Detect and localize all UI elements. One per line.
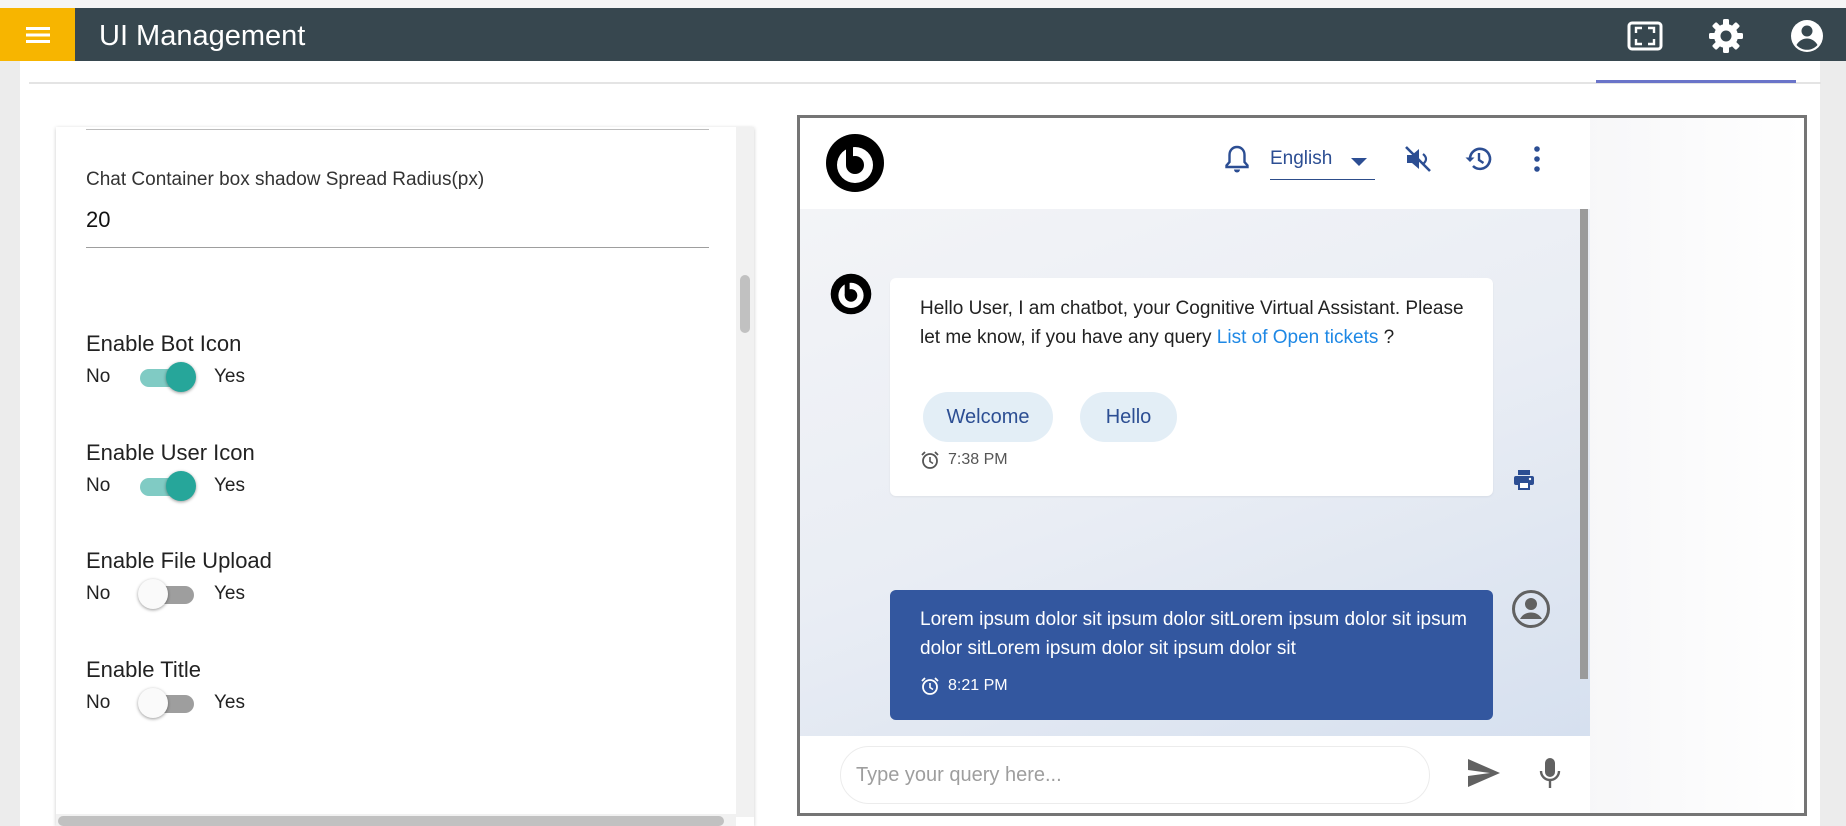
toggle-no-label: No <box>86 692 111 713</box>
toggle-title: Enable User Icon <box>86 440 255 465</box>
language-value: English <box>1270 148 1333 169</box>
bot-avatar-icon <box>830 273 872 315</box>
bot-message-bubble: Hello User, I am chatbot, your Cognitive… <box>890 278 1493 496</box>
toggle-title: Enable Bot Icon <box>86 331 242 356</box>
account-circle-icon[interactable] <box>1789 18 1825 54</box>
alarm-clock-icon <box>921 677 939 695</box>
toggle-title: Enable Title <box>86 657 201 682</box>
user-message-time: 8:21 PM <box>920 676 1008 696</box>
bot-message-time: 7:38 PM <box>920 450 1008 470</box>
menu-button[interactable] <box>0 8 75 61</box>
chat-scrollbar[interactable] <box>1580 209 1588 679</box>
bot-message-text: Hello User, I am chatbot, your Cognitive… <box>920 294 1480 352</box>
send-icon[interactable] <box>1466 757 1502 789</box>
chat-footer <box>800 736 1590 813</box>
fullscreen-icon[interactable] <box>1627 18 1663 54</box>
toggle-yes-label: Yes <box>214 692 245 713</box>
hello-chip-button[interactable]: Hello <box>1080 392 1177 442</box>
panel-vertical-scroll-thumb[interactable] <box>740 275 750 333</box>
chat-header: English <box>800 118 1590 209</box>
toggle-no-label: No <box>86 366 111 387</box>
settings-gear-icon[interactable] <box>1708 18 1744 54</box>
enable-title-toggle[interactable] <box>138 688 196 718</box>
toggle-knob <box>138 579 168 609</box>
enable-file-upload-toggle[interactable] <box>138 579 196 609</box>
panel-horizontal-scroll-thumb[interactable] <box>58 816 724 826</box>
chat-messages: Hello User, I am chatbot, your Cognitive… <box>800 209 1590 736</box>
active-tab-indicator <box>1596 80 1796 83</box>
welcome-chip-button[interactable]: Welcome <box>923 392 1053 442</box>
print-icon[interactable] <box>1512 468 1536 492</box>
top-strip <box>0 0 1846 8</box>
field-underline <box>86 129 709 130</box>
enable-user-icon-toggle[interactable] <box>138 471 196 501</box>
enable-bot-icon-toggle[interactable] <box>138 362 196 392</box>
chat-window: English Hello User, I am chatbot, your C… <box>800 118 1590 813</box>
app-bar: UI Management <box>0 8 1846 61</box>
open-tickets-link[interactable]: List of Open tickets <box>1217 327 1379 348</box>
toggle-no-label: No <box>86 583 111 604</box>
toggle-knob <box>166 471 196 501</box>
alarm-clock-icon <box>921 451 939 469</box>
user-message-text: Lorem ipsum dolor sit ipsum dolor sitLor… <box>920 609 1467 659</box>
notification-bell-icon[interactable] <box>1224 144 1250 174</box>
toggle-group-bot-icon: Enable Bot Icon No Yes <box>86 331 245 392</box>
app-title: UI Management <box>99 20 306 52</box>
toggle-no-label: No <box>86 475 111 496</box>
main-content: Chat Container box shadow Spread Radius(… <box>20 61 1821 826</box>
chevron-down-icon <box>1351 158 1367 166</box>
menu-icon <box>25 26 50 43</box>
field-underline <box>86 247 709 248</box>
toggle-group-title: Enable Title No Yes <box>86 657 245 718</box>
user-message-bubble: Lorem ipsum dolor sit ipsum dolor sitLor… <box>890 590 1493 720</box>
panel-vertical-scrollbar[interactable] <box>736 127 754 817</box>
bot-logo-icon <box>826 134 884 192</box>
toggle-group-user-icon: Enable User Icon No Yes <box>86 440 255 501</box>
toggle-title: Enable File Upload <box>86 548 272 573</box>
toggle-knob <box>138 688 168 718</box>
settings-panel: Chat Container box shadow Spread Radius(… <box>56 127 754 826</box>
toggle-yes-label: Yes <box>214 366 245 387</box>
toggle-yes-label: Yes <box>214 475 245 496</box>
box-shadow-spread-input[interactable]: 20 <box>86 207 110 233</box>
tab-divider <box>29 82 1821 84</box>
user-avatar-icon <box>1512 590 1550 628</box>
box-shadow-spread-label: Chat Container box shadow Spread Radius(… <box>86 169 485 190</box>
query-input[interactable] <box>840 746 1430 804</box>
toggle-group-file-upload: Enable File Upload No Yes <box>86 548 272 609</box>
chat-preview-frame: English Hello User, I am chatbot, your C… <box>797 115 1807 816</box>
bot-message-text-end: ? <box>1378 327 1395 348</box>
microphone-icon[interactable] <box>1538 757 1562 791</box>
more-vert-icon[interactable] <box>1532 144 1542 174</box>
toggle-yes-label: Yes <box>214 583 245 604</box>
toggle-knob <box>166 362 196 392</box>
language-select[interactable]: English <box>1270 146 1375 180</box>
user-message-time-text: 8:21 PM <box>948 677 1008 694</box>
bot-message-time-text: 7:38 PM <box>948 451 1008 468</box>
history-icon[interactable] <box>1464 144 1494 174</box>
mute-icon[interactable] <box>1403 144 1433 174</box>
